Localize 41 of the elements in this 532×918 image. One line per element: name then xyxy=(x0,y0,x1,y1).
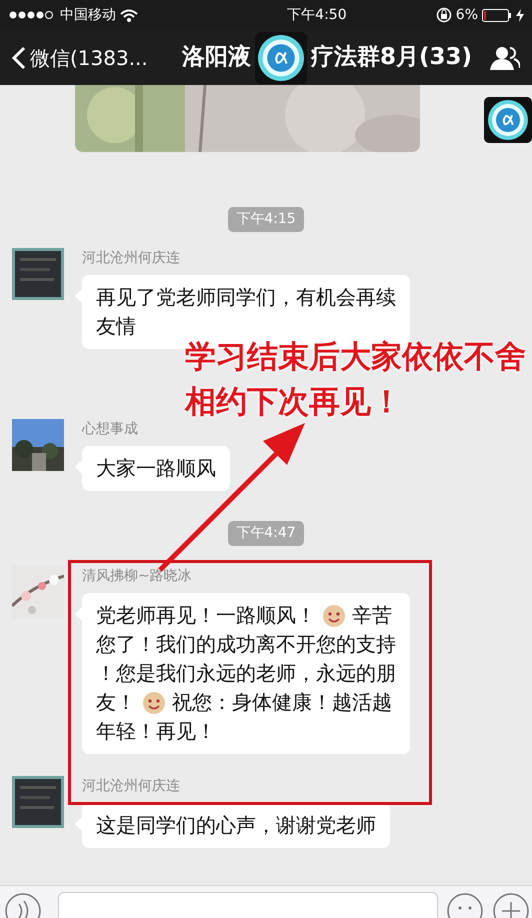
signal-icon xyxy=(8,9,56,21)
message-text: 大家一路顺风 xyxy=(96,455,216,482)
message-text: ！您是我们永远的老师，永远的朋 xyxy=(96,660,396,687)
back-chevron-icon xyxy=(12,46,26,70)
message-input[interactable] xyxy=(58,892,438,918)
annotation-text: 学习结束后大家依依不舍 xyxy=(185,338,526,377)
rotation-lock-icon xyxy=(436,7,452,23)
carrier-name: 中国移动 xyxy=(60,6,116,24)
sender-name: 清风拂柳~路晓冰 xyxy=(82,567,192,586)
battery-icon xyxy=(482,8,512,22)
sender-name: 心想事成 xyxy=(82,420,138,439)
message-text: 祝您：身体健康！越活越 xyxy=(172,689,392,716)
chat-title: 疗法群8月(33) xyxy=(310,43,472,72)
smiley-icon xyxy=(142,690,166,714)
battery-percent: 6% xyxy=(456,6,478,24)
message-text: 友！ xyxy=(96,689,136,716)
wifi-icon xyxy=(120,8,138,22)
timestamp: 下午4:47 xyxy=(228,521,304,546)
sender-name: 河北沧州何庆连 xyxy=(82,777,180,796)
members-button[interactable] xyxy=(490,46,520,70)
timestamp: 下午4:15 xyxy=(228,207,304,232)
message-text: 您了！我们的成功离不开您的支持 xyxy=(96,631,396,658)
back-button[interactable]: 微信(1383... xyxy=(12,42,148,72)
assistive-bubble-icon xyxy=(488,100,528,140)
message-text: 再见了党老师同学们，有机会再续 xyxy=(96,284,396,311)
sender-name: 河北沧州何庆连 xyxy=(82,249,180,268)
message-text: 友情 xyxy=(96,313,136,340)
avatar xyxy=(12,419,64,471)
avatar xyxy=(12,248,64,300)
message-text: 辛苦 xyxy=(352,602,392,629)
assistive-bubble-icon xyxy=(258,34,304,80)
annotation-text: 相约下次再见！ xyxy=(185,382,402,422)
message-text: 这是同学们的心声，谢谢党老师 xyxy=(96,812,376,839)
people-icon xyxy=(490,46,520,70)
avatar xyxy=(12,776,64,828)
message-text: 党老师再见！一路顺风！ xyxy=(96,602,316,629)
message-text: 年轻！再见！ xyxy=(96,718,216,745)
charging-icon xyxy=(516,8,524,22)
smiley-icon xyxy=(322,604,346,628)
status-time: 下午4:50 xyxy=(286,6,348,24)
chat-title: 洛阳液 xyxy=(182,43,251,72)
